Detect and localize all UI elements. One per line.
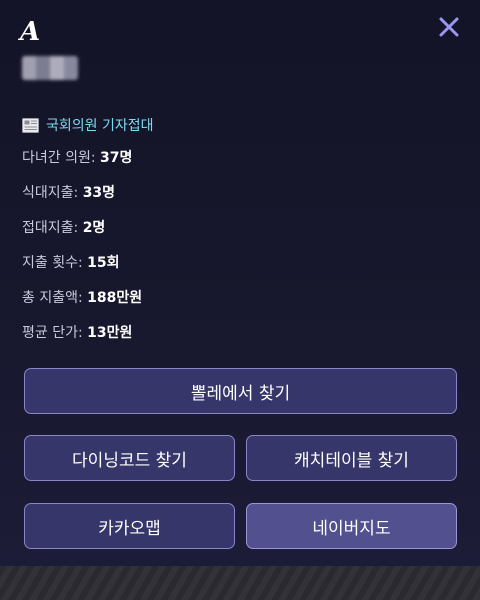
stat-label: 식대지출: — [22, 185, 83, 201]
restaurant-info-panel: A 국회의원 기자접대 다녀간 의원: 37명 식대지출: 33명 접대지출: … — [0, 0, 480, 566]
stat-value: 2명 — [82, 220, 106, 236]
app-logo-icon: A — [20, 17, 41, 47]
stat-value: 188만원 — [87, 290, 143, 306]
stat-value: 33명 — [82, 185, 116, 201]
search-catchtable-button[interactable]: 캐치테이블 찾기 — [246, 435, 457, 481]
blurred-restaurant-name — [22, 56, 78, 80]
navermap-button[interactable]: 네이버지도 — [246, 503, 457, 549]
close-icon — [439, 17, 459, 37]
search-diningcode-button[interactable]: 다이닝코드 찾기 — [24, 435, 235, 481]
kakaomap-button[interactable]: 카카오맵 — [24, 503, 235, 549]
stat-label: 평균 단가: — [22, 325, 88, 341]
stat-visited-members: 다녀간 의원: 37명 — [22, 148, 142, 183]
stat-label: 접대지출: — [22, 220, 83, 236]
stat-value: 37명 — [100, 150, 133, 166]
section-title: 국회의원 기자접대 — [22, 114, 154, 136]
stats-list: 다녀간 의원: 37명 식대지출: 33명 접대지출: 2명 지출 횟수: 15… — [22, 148, 142, 358]
close-button[interactable] — [436, 14, 462, 40]
stat-label: 총 지출액: — [22, 290, 88, 306]
map-background[interactable] — [0, 566, 480, 600]
section-title-text: 국회의원 기자접대 — [46, 118, 154, 134]
stat-value: 13만원 — [87, 325, 133, 341]
stat-total-expense: 총 지출액: 188만원 — [22, 288, 142, 323]
stat-meal-expense: 식대지출: 33명 — [22, 183, 142, 218]
stat-label: 다녀간 의원: — [22, 150, 101, 166]
stat-entertainment-expense: 접대지출: 2명 — [22, 218, 142, 253]
stat-expense-count: 지출 횟수: 15회 — [22, 253, 142, 288]
search-ppulle-button[interactable]: 뽈레에서 찾기 — [24, 368, 457, 414]
stat-average-price: 평균 단가: 13만원 — [22, 323, 142, 358]
stat-value: 15회 — [87, 255, 120, 271]
newspaper-icon — [22, 117, 39, 133]
stat-label: 지출 횟수: — [22, 255, 88, 271]
